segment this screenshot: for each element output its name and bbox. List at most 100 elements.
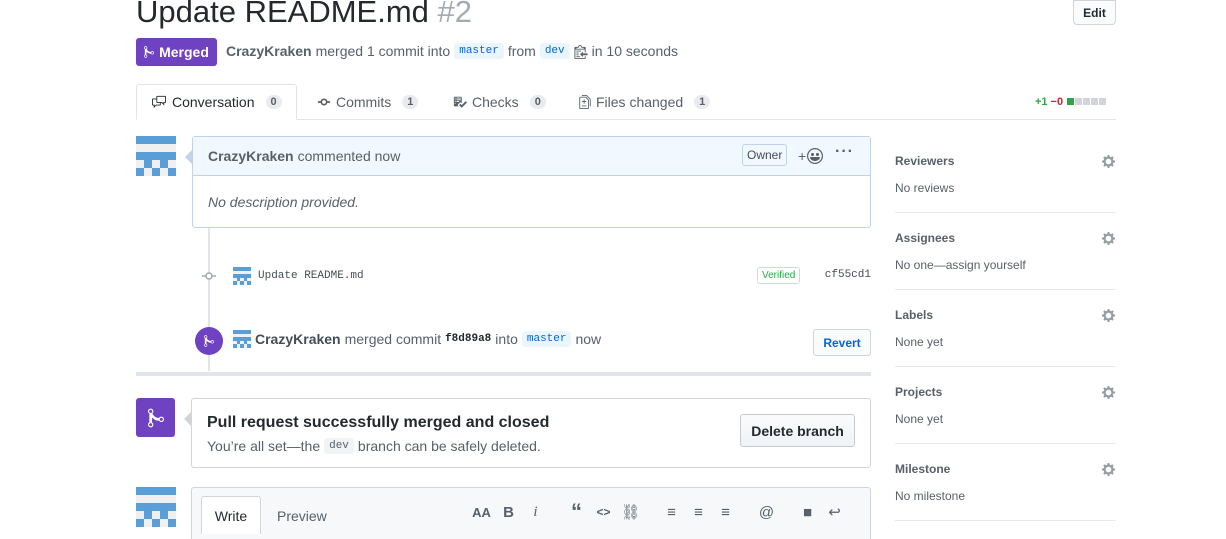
bookmark-icon[interactable]: ■ bbox=[794, 502, 821, 522]
copy-icon[interactable] bbox=[574, 44, 588, 59]
merge-event-row: CrazyKraken merged commit f8d89a8 into m… bbox=[233, 330, 601, 348]
italic-icon[interactable]: i bbox=[522, 502, 549, 522]
markdown-toolbar: AA Bi “<> ⛓ ≡ ≡ ≡ @ ■ ↩ bbox=[468, 499, 848, 524]
gear-icon[interactable] bbox=[1101, 385, 1116, 400]
gear-icon[interactable] bbox=[1101, 308, 1116, 323]
sidebar-heading-milestone[interactable]: Milestone bbox=[895, 462, 1116, 476]
commit-node-icon bbox=[201, 270, 217, 282]
tab-files-changed-count: 1 bbox=[694, 95, 711, 109]
bold-icon[interactable]: B bbox=[495, 502, 522, 522]
write-tab[interactable]: Write bbox=[201, 496, 261, 534]
tab-conversation[interactable]: Conversation 0 bbox=[136, 84, 297, 120]
current-user-avatar[interactable] bbox=[136, 487, 176, 527]
sidebar-heading-assignees[interactable]: Assignees bbox=[895, 231, 1116, 245]
toolbar-spacer bbox=[644, 502, 658, 522]
preview-tab[interactable]: Preview bbox=[277, 508, 327, 524]
pr-action-text: merged 1 commit into bbox=[315, 43, 451, 59]
commit-sha-link[interactable]: cf55cd1 bbox=[825, 269, 871, 281]
sidebar-section-milestone: Milestone No milestone bbox=[895, 462, 1116, 520]
sidebar-section-projects: Projects None yet bbox=[895, 385, 1116, 443]
merge-status-sub-after: branch can be safely deleted. bbox=[357, 438, 541, 454]
gear-icon[interactable] bbox=[1101, 154, 1116, 169]
merge-status-box: Pull request successfully merged and clo… bbox=[191, 398, 871, 468]
tab-conversation-count: 0 bbox=[265, 95, 282, 109]
pr-author-link[interactable]: CrazyKraken bbox=[226, 43, 312, 59]
merge-time-text: in 10 seconds bbox=[591, 43, 679, 59]
tab-files-changed[interactable]: Files changed 1 bbox=[579, 84, 711, 120]
edit-title-button[interactable]: Edit bbox=[1073, 0, 1116, 25]
merged-state-badge: Merged bbox=[136, 38, 217, 66]
merge-icon bbox=[147, 408, 164, 427]
toolbar-spacer bbox=[549, 502, 563, 522]
sidebar-value-reviewers: No reviews bbox=[895, 181, 955, 195]
merge-event-avatar[interactable] bbox=[233, 330, 251, 348]
reply-icon[interactable]: ↩ bbox=[821, 502, 848, 522]
timeline-end-divider bbox=[136, 372, 871, 376]
mention-icon[interactable]: @ bbox=[753, 502, 780, 522]
comment-body: No description provided. bbox=[208, 194, 359, 210]
head-branch-label[interactable]: dev bbox=[539, 43, 570, 59]
sidebar-section-assignees: Assignees No one—assign yourself bbox=[895, 231, 1116, 289]
merge-event-author-link[interactable]: CrazyKraken bbox=[255, 331, 341, 347]
mergebox-pointer bbox=[184, 412, 191, 426]
merge-status-subtitle: You’re all set—the dev branch can be saf… bbox=[207, 438, 541, 454]
sidebar-divider bbox=[895, 443, 1116, 444]
unordered-list-icon[interactable]: ≡ bbox=[658, 502, 685, 522]
sidebar-value-assignees: No one—assign yourself bbox=[895, 258, 1026, 272]
sidebar-heading-reviewers[interactable]: Reviewers bbox=[895, 154, 1116, 168]
pr-number: #2 bbox=[437, 0, 472, 29]
tab-checks[interactable]: Checks 0 bbox=[453, 84, 546, 120]
sidebar-divider bbox=[895, 366, 1116, 367]
comment-header: CrazyKraken commented now Owner + ··· bbox=[193, 137, 870, 176]
merge-event-time: now bbox=[575, 331, 602, 347]
toolbar-spacer bbox=[739, 502, 753, 522]
quote-icon[interactable]: “ bbox=[563, 499, 590, 524]
smiley-icon bbox=[807, 148, 824, 164]
kebab-menu-icon[interactable]: ··· bbox=[835, 143, 854, 161]
gear-icon[interactable] bbox=[1101, 231, 1116, 246]
verified-badge[interactable]: Verified bbox=[757, 267, 801, 284]
ordered-list-icon[interactable]: ≡ bbox=[685, 502, 712, 522]
task-list-icon[interactable]: ≡ bbox=[712, 502, 739, 522]
owner-badge: Owner bbox=[742, 144, 788, 166]
commit-message-link[interactable]: Update README.md bbox=[258, 270, 364, 282]
comment-author-link[interactable]: CrazyKraken bbox=[208, 148, 294, 164]
commit-row: Update README.md Verified cf55cd1 bbox=[233, 266, 871, 286]
comment-editor: Write Preview AA Bi “<> ⛓ ≡ ≡ ≡ @ ■ ↩ bbox=[191, 487, 871, 539]
revert-button[interactable]: Revert bbox=[813, 329, 871, 356]
plus-sign: + bbox=[798, 148, 807, 164]
base-branch-label[interactable]: master bbox=[454, 43, 504, 59]
tab-commits-label: Commits bbox=[336, 94, 392, 110]
sidebar-heading-labels[interactable]: Labels bbox=[895, 308, 1116, 322]
diffstat-blocks bbox=[1066, 96, 1107, 108]
merge-event-action: merged commit bbox=[344, 331, 442, 347]
sidebar-section-labels: Labels None yet bbox=[895, 308, 1116, 366]
tab-commits[interactable]: Commits 1 bbox=[317, 84, 419, 120]
header-text-icon[interactable]: AA bbox=[468, 502, 495, 522]
merge-event-branch-label[interactable]: master bbox=[521, 331, 572, 347]
merge-commit-sha-link[interactable]: f8d89a8 bbox=[445, 333, 491, 345]
file-diff-icon bbox=[579, 95, 591, 109]
tab-commits-count: 1 bbox=[402, 95, 419, 109]
sidebar-divider bbox=[895, 289, 1116, 290]
comment-box: CrazyKraken commented now Owner + ··· No… bbox=[192, 136, 871, 228]
gear-icon[interactable] bbox=[1101, 462, 1116, 477]
tab-conversation-label: Conversation bbox=[172, 94, 255, 110]
delete-branch-button[interactable]: Delete branch bbox=[740, 414, 855, 447]
merge-icon bbox=[144, 46, 155, 58]
add-reaction-button[interactable]: + bbox=[798, 148, 824, 164]
toolbar-spacer bbox=[780, 502, 794, 522]
checklist-icon bbox=[453, 96, 467, 108]
code-icon[interactable]: <> bbox=[590, 502, 617, 522]
link-icon[interactable]: ⛓ bbox=[617, 502, 644, 522]
avatar[interactable] bbox=[136, 136, 176, 176]
diffstat-block-neutral bbox=[1075, 98, 1083, 105]
sidebar-value-labels: None yet bbox=[895, 335, 944, 349]
tab-files-changed-label: Files changed bbox=[596, 94, 684, 110]
merge-event-badge bbox=[195, 327, 223, 355]
commit-avatar[interactable] bbox=[233, 267, 251, 285]
sidebar-heading-projects[interactable]: Projects bbox=[895, 385, 1116, 399]
comment-action-text: commented now bbox=[297, 148, 401, 164]
sidebar-divider bbox=[895, 212, 1116, 213]
comment-icon bbox=[152, 95, 166, 109]
